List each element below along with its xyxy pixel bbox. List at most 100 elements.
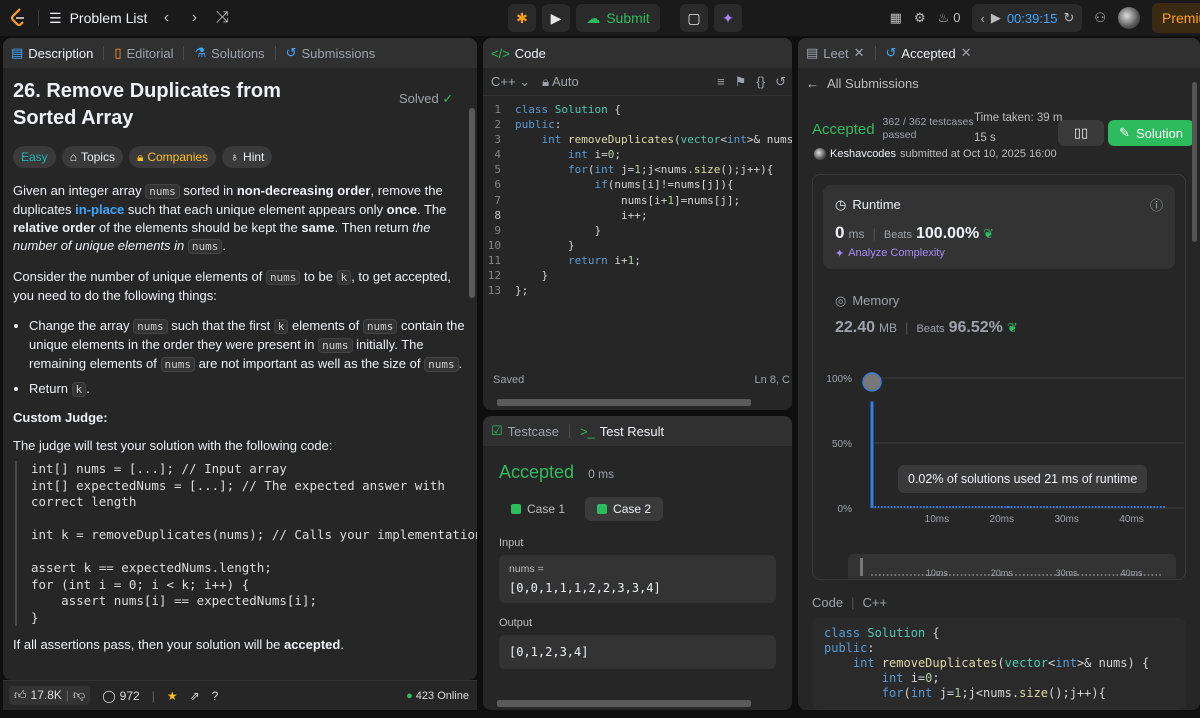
code-line[interactable]: 6 if(nums[i]!=nums[j]){ [483,177,792,192]
code-line: int i=0; [881,671,940,685]
scrubber-bar [1151,574,1154,576]
layout-icon[interactable]: ▦ [890,10,902,26]
case-1-tab[interactable]: Case 1 [499,497,577,521]
timer[interactable]: ‹ ▶ 00:39:15 ↻ [972,4,1083,32]
topics-tag[interactable]: ⌂ Topics [61,146,123,168]
scrubber-bar [976,574,978,576]
online-dot-icon: ● [406,689,413,702]
bar [1023,506,1026,508]
scrubber-handle [860,558,863,576]
tab-editorial[interactable]: ▯ Editorial [114,45,173,61]
code-text: if(nums[i]!=nums[j]){ [594,178,734,192]
scrubber-bar [1104,574,1107,576]
scrubber-bar [952,574,955,576]
share-icon[interactable]: ⇗ [190,689,200,703]
horizontal-scrollbar[interactable] [497,399,751,406]
code-line[interactable]: 1 class Solution { [483,102,792,117]
collapse-icon: ‹ [980,10,985,26]
code-line[interactable]: 2 public: [483,117,792,132]
scrubber-bar [1015,574,1017,576]
leaf-icon: ❦ [1006,320,1018,335]
streak-counter[interactable]: ♨ 0 [938,10,961,26]
reset-icon[interactable]: ↺ [775,74,786,90]
runtime-card[interactable]: ◷ Runtime ⓘ 0 ms | Beats 100.00% ❦ ✦ Analy… [823,185,1175,269]
close-icon[interactable]: ✕ [961,45,972,61]
tab-code[interactable]: </> Code [491,46,546,61]
code-line[interactable]: 3 int removeDuplicates(vector<int>& nums… [483,132,792,147]
horizontal-scrollbar[interactable] [497,700,751,707]
cloud-upload-icon: ☁ [586,9,601,26]
tab-leet[interactable]: ▤ Leet ✕ [806,45,865,61]
judge-code: int[] nums = [...]; // Input array int[]… [15,461,477,626]
code-line[interactable]: 10 } [483,238,792,253]
auto-mode[interactable]: 🔒︎ Auto [542,74,579,90]
memory-card[interactable]: ◎ Memory [835,293,899,309]
tab-test-result[interactable]: >_ Test Result [580,424,664,439]
code-line[interactable]: 13}; [483,283,792,298]
code-line[interactable]: 12 } [483,268,792,283]
tab-solutions[interactable]: ⚗ Solutions [194,45,264,61]
problem-list-button[interactable]: ☰ Problem List [49,10,147,27]
analyze-complexity-link[interactable]: ✦ Analyze Complexity [835,247,945,260]
avatar[interactable] [1118,7,1140,29]
debug-button[interactable]: ✱ [508,4,536,32]
line-number: 3 [494,133,501,147]
code-editor[interactable]: 1 class Solution {2 public: 3 int removeDup… [483,96,792,298]
bar [994,506,997,508]
bar [1117,506,1120,508]
tab-description[interactable]: ▤ Description [11,45,93,61]
bar [1052,506,1055,508]
note-button[interactable]: ▢ [680,4,708,32]
tab-accepted[interactable]: ↺ Accepted ✕ [886,45,972,61]
hint-tag[interactable]: ♁ Hint [222,146,273,168]
code-line[interactable]: 8 i++; [483,208,792,223]
premium-label: Premium [1162,10,1200,26]
code-line[interactable]: 9 } [483,223,792,238]
tab-submissions[interactable]: ↺ Submissions [286,45,376,61]
help-icon[interactable]: ? [212,689,219,703]
case-2-tab[interactable]: Case 2 [585,497,664,521]
run-button[interactable]: ▶ [542,4,570,32]
scrubber-bar [1085,574,1087,576]
code-line[interactable]: 4 int i=0; [483,147,792,162]
bar [1004,506,1006,508]
scrollbar[interactable] [469,108,475,298]
submit-button[interactable]: ☁ Submit [576,4,660,32]
list-icon: ☰ [49,9,62,26]
ai-button[interactable]: ✦ [714,4,742,32]
format-icon[interactable]: ≡ [717,74,725,90]
bookmark-icon[interactable]: ⚑ [735,74,747,90]
next-problem-icon[interactable]: › [185,9,203,27]
tab-testcase[interactable]: ☑ Testcase [491,423,559,439]
scrollbar[interactable] [1192,82,1197,242]
gear-icon[interactable]: ⚙ [914,10,926,26]
judge-intro: The judge will test your solution with t… [13,438,333,453]
code-line[interactable]: 7 nums[i+1]=nums[j]; [483,193,792,208]
note-icon: ▢ [687,9,701,26]
prev-problem-icon[interactable]: ‹ [157,9,175,27]
premium-button[interactable]: Premium [1152,3,1200,33]
tag-label: Hint [243,150,265,164]
companies-tag[interactable]: 🔒︎ Companies [128,146,217,168]
username-link[interactable]: Keshavcodes [830,148,896,160]
bar [1006,506,1010,508]
comment-button[interactable]: ◯ 972 [102,689,139,703]
leetcode-logo[interactable] [10,7,28,29]
info-icon[interactable]: ⓘ [1150,195,1163,214]
difficulty-badge[interactable]: Easy [13,146,56,168]
editorial-button[interactable]: ▯▯ [1058,120,1104,146]
like-button[interactable]: 👍︎ 17.8K | 👎︎ [9,686,91,705]
bar [1137,506,1139,508]
add-user-icon[interactable]: ⚇ [1094,10,1106,26]
code-line[interactable]: 5 for(int j=1;j<nums.size();j++){ [483,162,792,177]
star-icon[interactable]: ★ [167,689,178,703]
back-to-submissions[interactable]: ← All Submissions [798,68,1200,99]
braces-icon[interactable]: {} [756,74,765,90]
thumbs-down-icon[interactable]: 👎︎ [73,688,85,703]
solution-button[interactable]: ✎ Solution [1108,120,1194,146]
user-avatar[interactable] [814,148,826,160]
shuffle-icon[interactable]: ⤨ [213,9,231,27]
code-line[interactable]: 11 return i+1; [483,253,792,268]
language-select[interactable]: C++ ⌄ [491,74,530,90]
close-icon[interactable]: ✕ [854,45,865,61]
